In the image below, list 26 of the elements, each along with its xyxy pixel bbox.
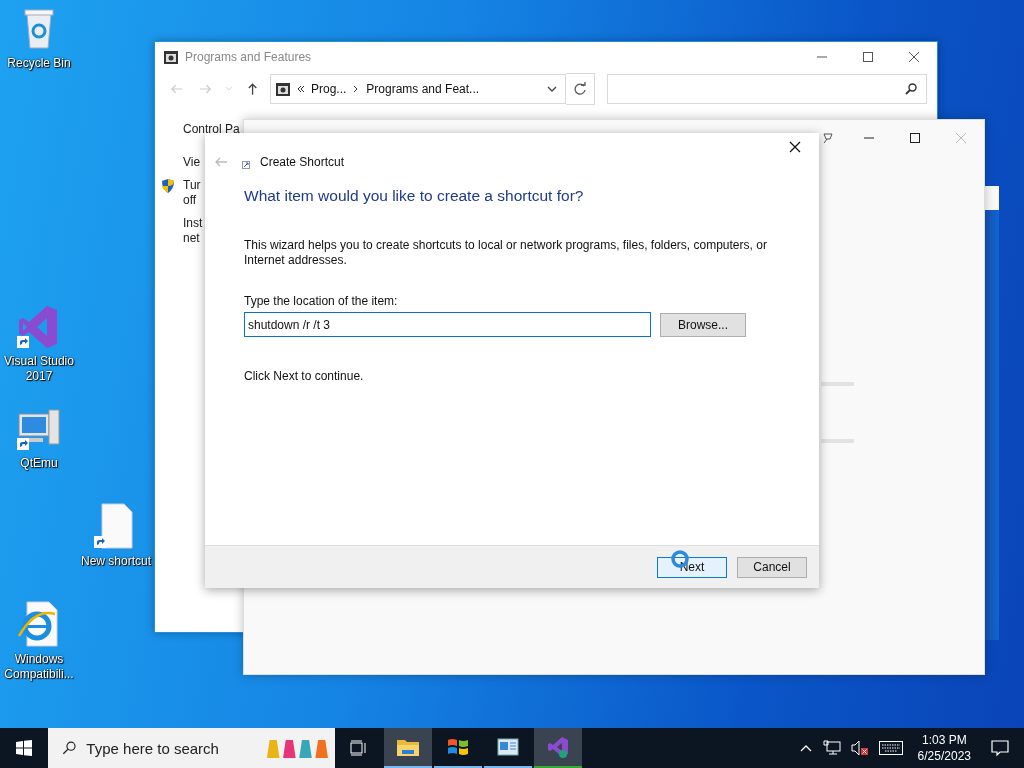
address-bar[interactable]: Prog... Programs and Feat... xyxy=(270,74,566,104)
browse-button[interactable]: Browse... xyxy=(660,312,746,337)
breadcrumb[interactable]: Prog... xyxy=(311,82,347,96)
search-field[interactable]: Type here to search xyxy=(84,738,259,758)
hint-text: Click Next to continue. xyxy=(244,369,365,383)
desktop-icon-label: Recycle Bin xyxy=(7,56,71,71)
location-field[interactable]: shutdown /r /t 3 xyxy=(244,312,651,337)
breadcrumb[interactable]: Programs and Feat... xyxy=(366,82,480,96)
sidebar-link[interactable]: Inst net xyxy=(160,216,203,246)
sidebar-link[interactable]: Tur off xyxy=(160,178,201,208)
dialog-button[interactable]: Cancel xyxy=(737,556,807,578)
description: This wizard helps you to create shortcuts to local or network programs, files, folders, computers, or Internet addresses. xyxy=(244,238,768,268)
sidebar-link[interactable]: Vie xyxy=(160,155,201,170)
taskbar-search-box[interactable]: Type here to search xyxy=(48,728,335,768)
desktop-icon-label: New shortcut xyxy=(81,554,151,569)
dialog-heading: What item would you like to create a shortcut for? xyxy=(244,187,585,205)
dialog-title: Create Shortcut xyxy=(260,155,345,169)
desktop-icon-label: Visual Studio 2017 xyxy=(3,354,75,384)
clock-time: 1:03 PM xyxy=(921,732,967,748)
desktop-icon-label: Windows Compatibili... xyxy=(3,652,75,682)
clock[interactable]: 1:03 PM 6/25/2023 xyxy=(917,732,971,764)
clock-date: 6/25/2023 xyxy=(917,748,971,764)
field-label: Type the location of the item: xyxy=(244,294,399,308)
desktop-icon-label: QtEmu xyxy=(20,456,58,471)
window-title: Programs and Features xyxy=(185,50,312,64)
sidebar-link[interactable]: Control Pa xyxy=(160,122,240,137)
